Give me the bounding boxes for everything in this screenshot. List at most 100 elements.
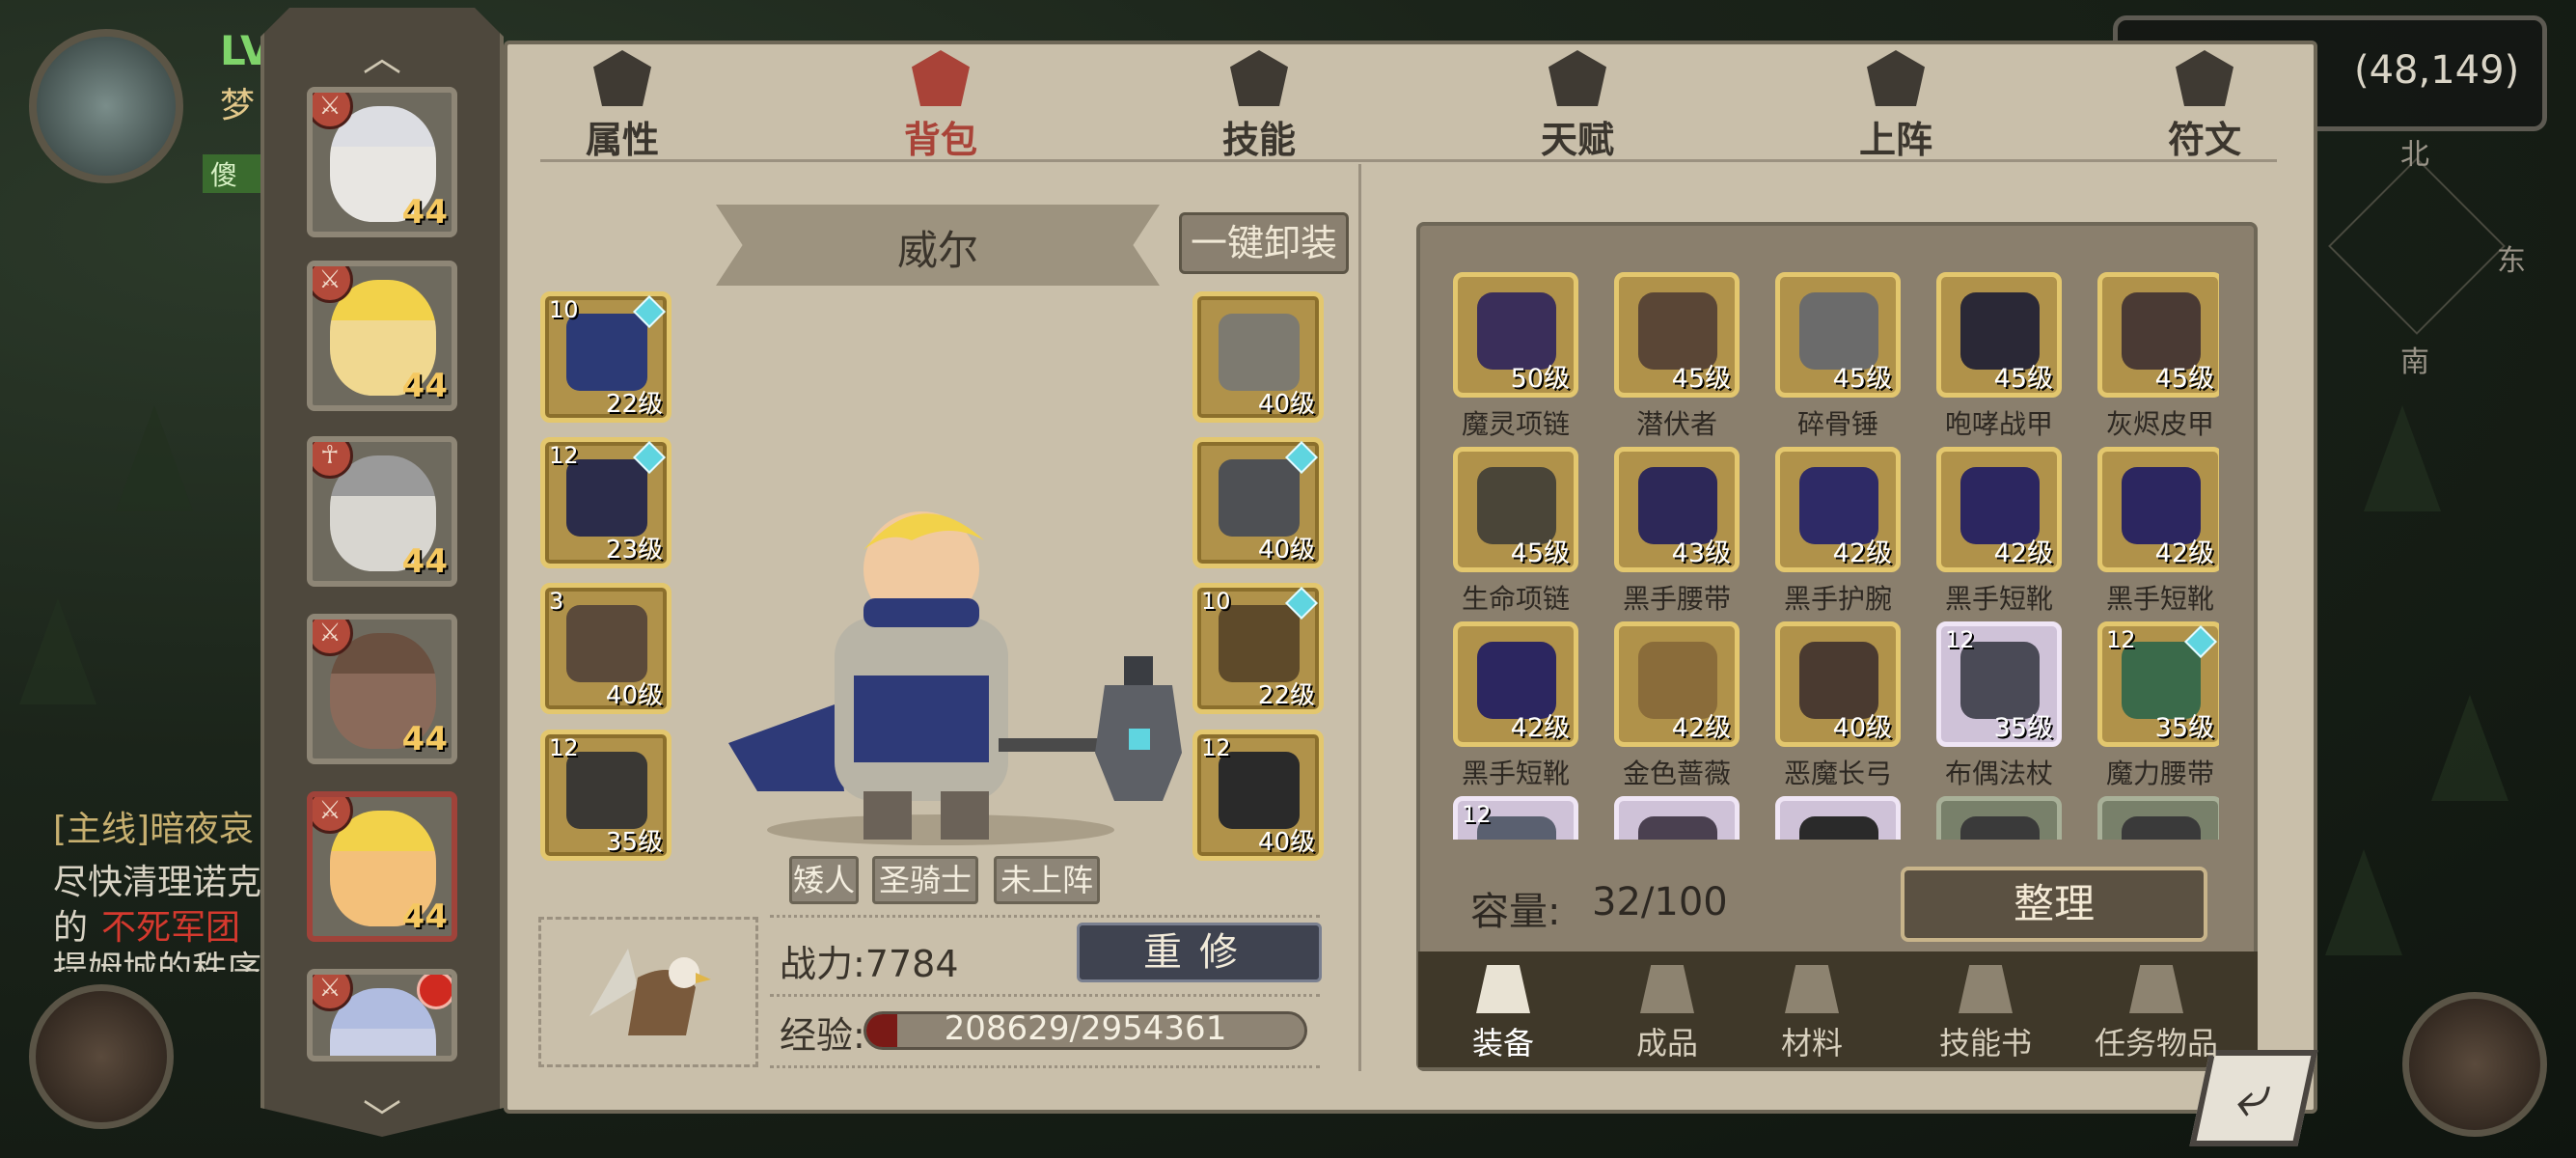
inventory-grid[interactable]: 50级 魔灵项链 45级 潜伏者 45级 碎骨锤 45级 咆哮战甲 45级 灰烬皮甲 45级 生命项链… [1447,268,2219,840]
item-icon [1960,816,2040,840]
item-name: 金色蔷薇 [1622,758,1731,789]
item-count: 12 [2106,626,2136,653]
item-level: 42级 [1510,713,1570,743]
equipment-icon [1219,605,1300,682]
equipment-slot-left[interactable]: 10 22级 [540,291,671,423]
world-map-button[interactable] [29,984,174,1129]
quest-line: 提姆城的秩序 [53,950,262,972]
inventory-item[interactable]: 42级 [2097,447,2219,572]
equipment-icon [1219,314,1300,391]
tab-flame[interactable]: 属性 [555,50,690,185]
quest-scroll-icon [2129,965,2183,1013]
inventory-item[interactable]: 43级 [1614,447,1740,572]
tab-book[interactable]: 技能 [1192,50,1327,185]
coordinates-readout: (48,149) [2354,48,2520,93]
inventory-item[interactable]: 45级 [1775,272,1901,398]
item-level: 45级 [1993,364,2053,394]
inventory-item[interactable] [2097,796,2219,840]
inventory-item[interactable]: 45级 [1453,447,1578,572]
roster-scroll-down-icon[interactable]: ﹀ [363,1100,401,1139]
experience-value: 208629/2954361 [944,1009,1227,1048]
inventory-item[interactable]: 42级 [1936,447,2062,572]
category-scroll[interactable]: 技能书 [1913,965,2058,1063]
inventory-item[interactable]: 12 35级 [2097,621,2219,747]
category-ore[interactable]: 材料 [1740,965,1884,1063]
tree-decoration [116,405,193,511]
item-name: 黑手护腕 [1783,583,1892,615]
category-label: 装备 [1471,1025,1534,1062]
inventory-item[interactable]: 45级 [1614,272,1740,398]
inventory-item[interactable]: 45级 [2097,272,2219,398]
inventory-item[interactable]: 42级 [1453,621,1578,747]
item-count: 12 [1462,801,1492,828]
hero-level: 44 [401,193,448,232]
roster-hero-card[interactable]: ⚔ 44 [307,261,457,411]
item-level: 45级 [1832,364,1892,394]
equipment-slot-right[interactable]: 40级 [1192,437,1324,568]
fist-icon [912,50,970,106]
capacity-label: 容量: [1470,890,1561,934]
combat-power: 战力:7784 [780,943,959,985]
scroll-icon [1959,965,2013,1013]
roster-hero-card[interactable]: ⚔ [307,969,457,1062]
quest-title[interactable]: [主线]暗夜哀 [53,801,285,851]
item-level: 42级 [2154,538,2214,568]
inventory-item[interactable]: 42级 [1614,621,1740,747]
roster-hero-card[interactable]: ⚔ 44 [307,791,457,942]
roster-scroll-up-icon[interactable]: ︿ [363,39,401,77]
roster-hero-card[interactable]: ⚔ 44 [307,87,457,237]
stat-separator [770,994,1320,997]
equipment-slot-left[interactable]: 3 40级 [540,583,671,714]
category-equipment[interactable]: 装备 [1431,965,1576,1063]
unequip-all-button[interactable]: 一键卸装 [1179,212,1349,274]
item-level: 42级 [1993,538,2053,568]
inventory-item[interactable] [1936,796,2062,840]
equipment-level: 40级 [1257,828,1315,857]
item-count: 12 [1945,626,1975,653]
item-name: 灰烬皮甲 [2105,408,2214,440]
inventory-item[interactable]: 12 [1453,796,1578,840]
tree-decoration [2364,405,2441,511]
inventory-item[interactable]: 45级 [1936,272,2062,398]
back-arrow-icon[interactable]: ⤶ [2189,1050,2318,1146]
tab-fist[interactable]: 背包 [873,50,1008,185]
sort-button[interactable]: 整理 [1901,867,2207,942]
player-avatar[interactable] [29,29,183,183]
enhance-count: 10 [1201,588,1231,615]
inventory-item[interactable] [1614,796,1740,840]
enhance-count: 3 [549,588,564,615]
roster-hero-card[interactable]: ⚔ 44 [307,614,457,764]
enhance-count: 12 [549,442,579,469]
inventory-item[interactable]: 50级 [1453,272,1578,398]
hero-level: 44 [401,542,448,581]
equipment-slot-right[interactable]: 40级 [1192,291,1324,423]
item-name: 魔力腰带 [2105,758,2214,789]
inventory-item[interactable] [1775,796,1901,840]
reforge-button[interactable]: 重修 [1077,923,1322,982]
tab-rune[interactable]: 符文 [2137,50,2272,185]
category-quest-scroll[interactable]: 任务物品 [2074,965,2238,1063]
ore-icon [1785,965,1839,1013]
category-bag[interactable]: 成品 [1595,965,1740,1063]
town-button[interactable] [2402,992,2547,1137]
equipment-slot-right[interactable]: 12 40级 [1192,730,1324,861]
item-level: 43级 [1671,538,1731,568]
roster-hero-card[interactable]: ☥ 44 [307,436,457,587]
equipment-slot-left[interactable]: 12 35级 [540,730,671,861]
enhance-count: 12 [549,734,579,761]
inventory-item[interactable]: 42级 [1775,447,1901,572]
item-level: 35级 [1993,713,2053,743]
item-name: 生命项链 [1461,583,1570,615]
inventory-item[interactable]: 40级 [1775,621,1901,747]
equipment-slot-left[interactable]: 12 23级 [540,437,671,568]
item-icon [1638,816,1717,840]
tab-crossed-swords[interactable]: 上阵 [1828,50,1963,185]
item-level: 35级 [2154,713,2214,743]
item-level: 45级 [1671,364,1731,394]
equipment-slot-right[interactable]: 10 22级 [1192,583,1324,714]
inventory-item[interactable]: 12 35级 [1936,621,2062,747]
equipment-level: 22级 [605,390,663,419]
pet-slot[interactable] [538,917,758,1067]
equipment-icon [1219,459,1300,537]
tab-eye[interactable]: 天赋 [1510,50,1645,185]
